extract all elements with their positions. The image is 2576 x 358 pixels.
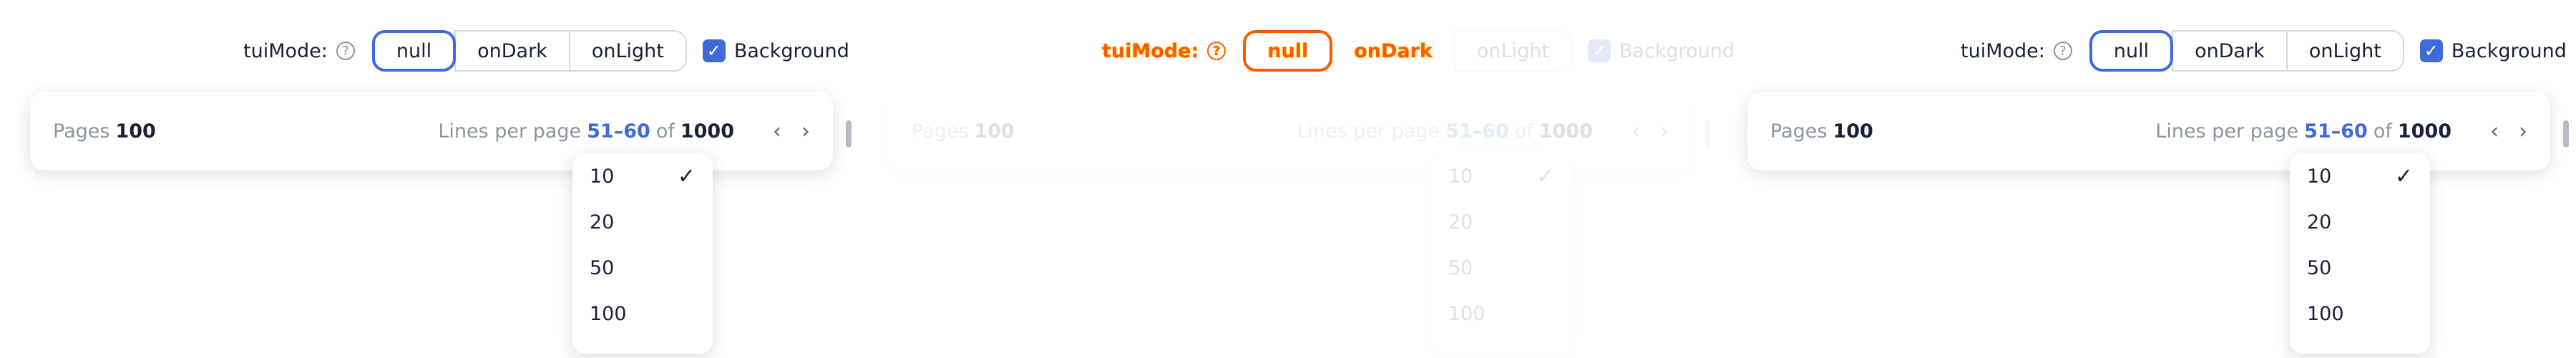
help-circle-icon[interactable]: ? xyxy=(336,42,355,60)
dropdown-option-10[interactable]: 10 ✓ xyxy=(572,153,713,199)
pages-label: Pages xyxy=(912,120,969,142)
lines-per-page-control[interactable]: Lines per page 51–60 of 1000 xyxy=(1297,120,1593,142)
dropdown-option-100[interactable]: 100 xyxy=(2290,291,2430,337)
page-range[interactable]: 51–60 xyxy=(2304,120,2368,142)
page-range[interactable]: 51–60 xyxy=(1445,120,1509,142)
dropdown-option-label: 100 xyxy=(2307,302,2344,325)
dropdown-option-label: 100 xyxy=(590,302,627,325)
lines-per-page-dropdown: 10 ✓ 20 50 100 xyxy=(1431,153,1571,354)
mode-label: tuiMode: xyxy=(1102,39,1199,62)
dropdown-option-100[interactable]: 100 xyxy=(572,291,713,337)
check-icon: ✓ xyxy=(702,39,726,62)
chevron-right-icon[interactable]: › xyxy=(1660,119,1669,144)
dropdown-option-20[interactable]: 20 xyxy=(2290,199,2430,245)
dropdown-option-label: 100 xyxy=(1448,302,1485,325)
help-circle-icon[interactable]: ? xyxy=(1207,42,1226,60)
of-label: of xyxy=(2373,120,2392,142)
mode-segmented-control: null onDark onLight xyxy=(2089,30,2404,72)
mode-option-null[interactable]: null xyxy=(371,30,457,72)
mode-option-null[interactable]: null xyxy=(1243,30,1333,72)
dropdown-option-label: 10 xyxy=(2307,165,2332,188)
pager-arrows: ‹ › xyxy=(1631,119,1669,144)
chevron-left-icon[interactable]: ‹ xyxy=(773,119,781,144)
lines-per-page-control[interactable]: Lines per page 51–60 of 1000 xyxy=(2155,120,2451,142)
dropdown-option-label: 20 xyxy=(1448,211,1473,233)
dropdown-option-20[interactable]: 20 xyxy=(1431,199,1571,245)
lines-per-page-control[interactable]: Lines per page 51–60 of 1000 xyxy=(438,120,734,142)
mode-segmented-control: null onDark onLight xyxy=(1243,30,1572,72)
dropdown-option-label: 10 xyxy=(1448,165,1473,188)
scrollbar[interactable] xyxy=(846,120,852,147)
mode-option-onlight[interactable]: onLight xyxy=(2285,30,2404,72)
lines-label: Lines per page xyxy=(438,120,582,142)
pages-count: 100 xyxy=(1833,120,1873,142)
check-icon: ✓ xyxy=(1587,39,1611,62)
mode-option-ondark[interactable]: onDark xyxy=(454,30,570,72)
chevron-right-icon[interactable]: › xyxy=(2519,119,2527,144)
dropdown-option-10[interactable]: 10 ✓ xyxy=(2290,153,2430,199)
mode-bar: tuiMode: ? null onDark onLight ✓ Backgro… xyxy=(243,29,849,73)
background-label: Background xyxy=(733,39,849,62)
dropdown-option-50[interactable]: 50 xyxy=(2290,245,2430,291)
lines-label: Lines per page xyxy=(2155,120,2299,142)
lines-label: Lines per page xyxy=(1297,120,1440,142)
dropdown-option-20[interactable]: 20 xyxy=(572,199,713,245)
pages-label: Pages xyxy=(53,120,110,142)
of-label: of xyxy=(655,120,675,142)
mode-option-onlight[interactable]: onLight xyxy=(568,30,687,72)
background-checkbox[interactable]: ✓ Background xyxy=(702,39,849,62)
total-count: 1000 xyxy=(680,120,734,142)
pages-count: 100 xyxy=(974,120,1015,142)
dropdown-option-label: 50 xyxy=(2307,256,2332,279)
mode-option-ondark[interactable]: onDark xyxy=(1331,30,1455,72)
demo-panel-2: tuiMode: ? null onDark onLight ✓ Backgro… xyxy=(859,0,1735,358)
mode-bar: tuiMode: ? null onDark onLight ✓ Backgro… xyxy=(1102,29,1735,73)
check-icon: ✓ xyxy=(2394,163,2413,189)
dropdown-option-label: 20 xyxy=(590,211,615,233)
demo-panel-3: tuiMode: ? null onDark onLight ✓ Backgro… xyxy=(1717,0,2576,358)
mode-option-null[interactable]: null xyxy=(2089,30,2174,72)
lines-per-page-dropdown: 10 ✓ 20 50 100 xyxy=(2290,153,2430,354)
background-checkbox[interactable]: ✓ Background xyxy=(2419,39,2567,62)
mode-option-ondark[interactable]: onDark xyxy=(2172,30,2288,72)
background-checkbox[interactable]: ✓ Background xyxy=(1587,39,1735,62)
pager-arrows: ‹ › xyxy=(773,119,810,144)
background-label: Background xyxy=(2451,39,2567,62)
mode-option-onlight[interactable]: onLight xyxy=(1453,30,1572,72)
scrollbar[interactable] xyxy=(2563,120,2569,147)
dropdown-option-10[interactable]: 10 ✓ xyxy=(1431,153,1571,199)
demo-panel-1: tuiMode: ? null onDark onLight ✓ Backgro… xyxy=(0,0,859,358)
dropdown-option-100[interactable]: 100 xyxy=(1431,291,1571,337)
chevron-right-icon[interactable]: › xyxy=(801,119,810,144)
lines-per-page-dropdown: 10 ✓ 20 50 100 xyxy=(572,153,713,354)
of-label: of xyxy=(1514,120,1533,142)
chevron-left-icon[interactable]: ‹ xyxy=(1631,119,1640,144)
dropdown-option-label: 10 xyxy=(590,165,615,188)
check-icon: ✓ xyxy=(2419,39,2443,62)
mode-segmented-control: null onDark onLight xyxy=(371,30,687,72)
scrollbar[interactable] xyxy=(1704,120,1710,147)
total-count: 1000 xyxy=(1538,120,1593,142)
dropdown-option-50[interactable]: 50 xyxy=(1431,245,1571,291)
pages-label: Pages xyxy=(1770,120,1828,142)
dropdown-option-label: 50 xyxy=(1448,256,1473,279)
dropdown-option-label: 20 xyxy=(2307,211,2332,233)
mode-label: tuiMode: xyxy=(1961,39,2045,62)
page-range[interactable]: 51–60 xyxy=(587,120,650,142)
pages-count: 100 xyxy=(115,120,156,142)
mode-label: tuiMode: xyxy=(243,39,328,62)
chevron-left-icon[interactable]: ‹ xyxy=(2490,119,2499,144)
help-circle-icon[interactable]: ? xyxy=(2053,42,2072,60)
check-icon: ✓ xyxy=(1536,163,1554,189)
pager-arrows: ‹ › xyxy=(2490,119,2527,144)
dropdown-option-50[interactable]: 50 xyxy=(572,245,713,291)
dropdown-option-label: 50 xyxy=(590,256,615,279)
check-icon: ✓ xyxy=(677,163,696,189)
total-count: 1000 xyxy=(2397,120,2451,142)
mode-bar: tuiMode: ? null onDark onLight ✓ Backgro… xyxy=(1961,29,2567,73)
